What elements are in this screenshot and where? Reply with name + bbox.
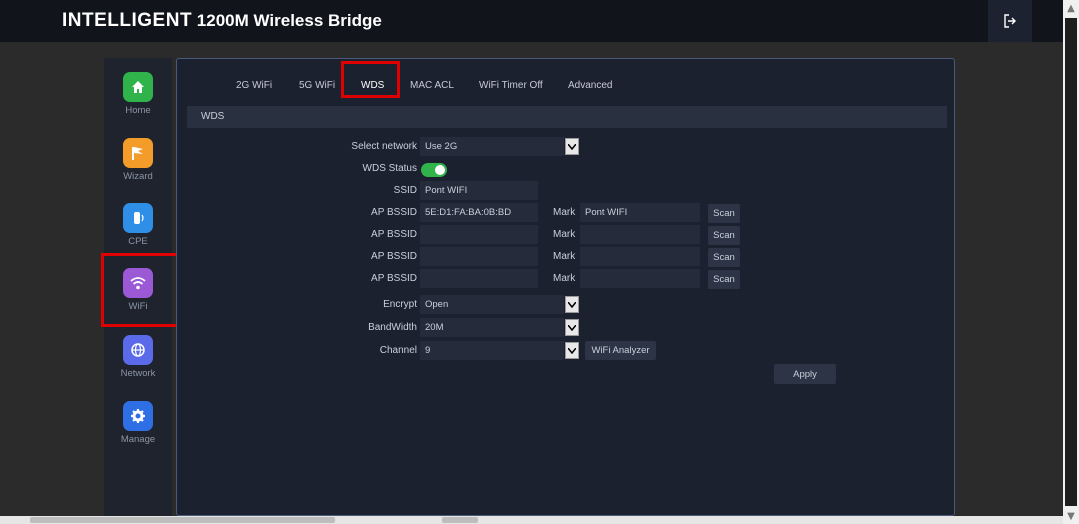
logout-button[interactable] [988,0,1032,42]
brand-title: INTELLIGENT 1200M Wireless Bridge [62,10,382,32]
brand-rest: 1200M Wireless Bridge [196,11,382,30]
tab-bar: 2G WiFi 5G WiFi WDS MAC ACL WiFi Timer O… [177,59,954,105]
wifi-highlight-box [101,253,183,327]
chevron-down-icon[interactable] [565,319,579,336]
ssid-label: SSID [393,185,417,196]
chevron-down-icon[interactable] [565,296,579,313]
wifi-analyzer-button[interactable]: WiFi Analyzer [585,341,656,360]
bandwidth-dropdown[interactable]: 20M [420,318,564,337]
chevron-down-icon[interactable] [565,138,579,155]
main-panel: 2G WiFi 5G WiFi WDS MAC ACL WiFi Timer O… [176,58,955,516]
sidebar-item-network[interactable]: Network [104,335,172,391]
section-title: WDS [201,111,225,122]
sidebar-item-label: Home [125,105,151,116]
flag-icon [123,138,153,168]
ap-bssid-label: AP BSSID [371,207,417,218]
sidebar-item-wizard[interactable]: Wizard [104,138,172,194]
mark-field[interactable]: Pont WIFI [580,203,700,222]
home-icon [123,72,153,102]
sidebar-item-label: Manage [120,434,156,445]
select-network-dropdown[interactable]: Use 2G [420,137,564,156]
tab-wifi-timer-off[interactable]: WiFi Timer Off [479,80,543,91]
top-bar: INTELLIGENT 1200M Wireless Bridge [0,0,1063,42]
encrypt-label: Encrypt [383,299,417,310]
sidebar-item-label: Network [120,368,156,379]
ap-bssid-field[interactable] [420,225,538,244]
tab-2g-wifi[interactable]: 2G WiFi [236,80,272,91]
globe-icon [123,335,153,365]
channel-label: Channel [379,345,417,356]
mark-label: Mark [553,229,576,240]
ap-bssid-field[interactable] [420,269,538,288]
ssid-field[interactable]: Pont WIFI [420,181,538,200]
wds-status-label: WDS Status [362,163,417,174]
select-network-label: Select network [351,141,417,152]
mark-field[interactable] [580,247,700,266]
sidebar-item-label: CPE [128,236,148,247]
tab-mac-acl[interactable]: MAC ACL [410,80,454,91]
mark-field[interactable] [580,225,700,244]
scan-button[interactable]: Scan [708,270,740,289]
brand-bold: INTELLIGENT [62,10,193,31]
scan-button[interactable]: Scan [708,226,740,245]
ap-bssid-label: AP BSSID [371,251,417,262]
ap-bssid-field[interactable] [420,247,538,266]
chevron-down-icon[interactable] [565,342,579,359]
ap-bssid-label: AP BSSID [371,229,417,240]
encrypt-dropdown[interactable]: Open [420,295,564,314]
hscroll-thumb[interactable] [30,517,335,523]
wds-status-toggle[interactable] [421,163,447,177]
vertical-scrollbar[interactable]: ▲ ▼ [1063,0,1079,524]
bandwidth-label: BandWidth [368,322,417,333]
sidebar-item-cpe[interactable]: CPE [104,203,172,259]
tab-5g-wifi[interactable]: 5G WiFi [299,80,335,91]
mark-field[interactable] [580,269,700,288]
gear-icon [123,401,153,431]
scan-button[interactable]: Scan [708,248,740,267]
section-header: WDS [187,106,947,128]
sidebar-item-label: Wizard [123,171,153,182]
mark-label: Mark [553,251,576,262]
sidebar-item-home[interactable]: Home [104,72,172,128]
ap-bssid-field[interactable]: 5E:D1:FA:BA:0B:BD [420,203,538,222]
wds-tab-highlight-box [341,61,400,98]
scan-button[interactable]: Scan [708,204,740,223]
horizontal-scrollbar[interactable] [0,516,1063,524]
toggle-knob [435,165,445,175]
logout-icon [1004,14,1016,28]
scroll-up-icon[interactable]: ▲ [1063,0,1079,16]
cpe-icon [123,203,153,233]
tab-advanced[interactable]: Advanced [568,80,612,91]
ap-bssid-label: AP BSSID [371,273,417,284]
hscroll-thumb-secondary[interactable] [442,517,478,523]
mark-label: Mark [553,207,576,218]
scroll-thumb[interactable] [1065,18,1077,506]
sidebar-item-manage[interactable]: Manage [104,401,172,457]
apply-button[interactable]: Apply [774,364,836,384]
mark-label: Mark [553,273,576,284]
channel-dropdown[interactable]: 9 [420,341,564,360]
scroll-down-icon[interactable]: ▼ [1063,508,1079,524]
